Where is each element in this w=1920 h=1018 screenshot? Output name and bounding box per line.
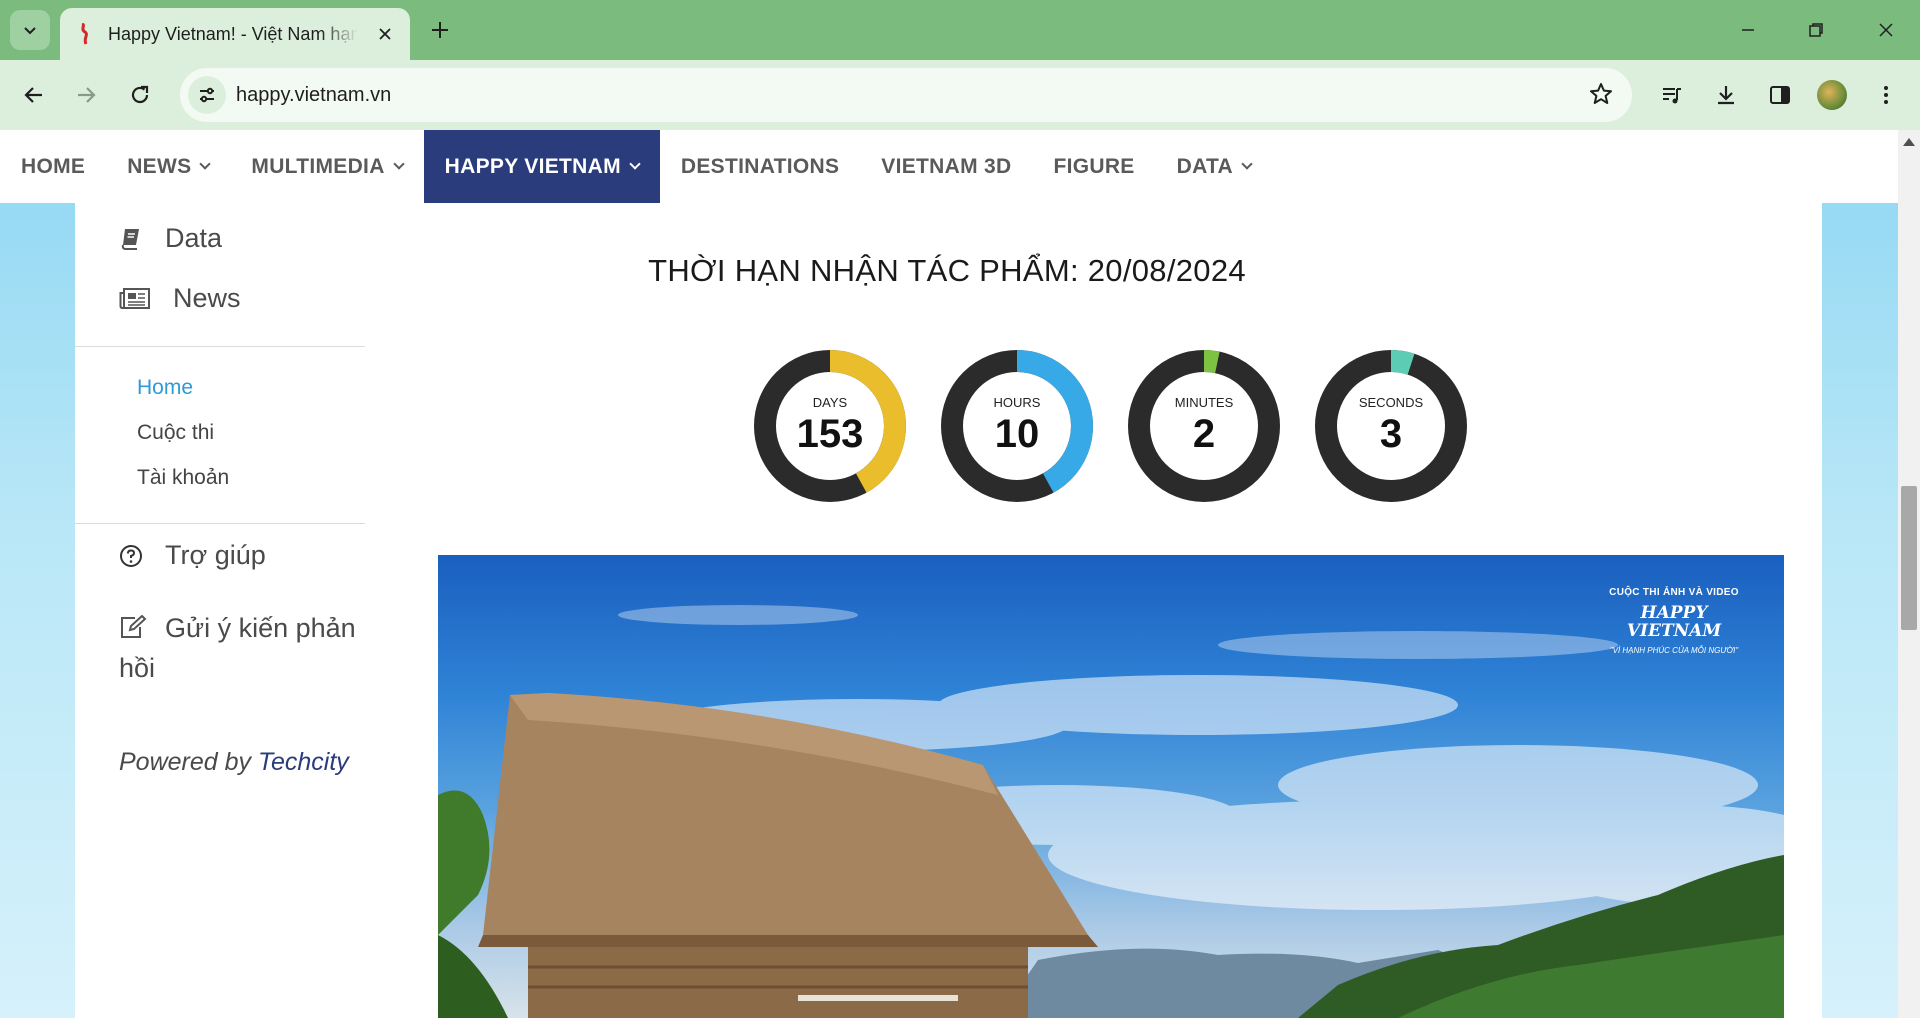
question-circle-icon [119, 544, 143, 568]
arrow-left-icon [24, 87, 42, 103]
countdown-seconds: SECONDS 3 [1313, 348, 1469, 504]
star-icon [1590, 83, 1612, 104]
hours-value: 10 [994, 412, 1040, 456]
sidebar-item-news[interactable]: News [119, 283, 241, 314]
newspaper-icon [119, 287, 151, 311]
nav-item-multimedia[interactable]: MULTIMEDIA [230, 130, 423, 203]
powered-by: Powered by Techcity [119, 748, 349, 776]
tab-title: Happy Vietnam! - Việt Nam hạnh phúc [108, 23, 358, 44]
media-control-button[interactable] [1652, 75, 1692, 115]
plus-icon [432, 22, 448, 38]
page-viewport: HOME NEWS MULTIMEDIA HAPPY VIETNAM DESTI… [0, 130, 1898, 1018]
happy-vietnam-logo: CUỘC THI ẢNH VÀ VIDEO HAPPY VIETNAM "VÌ … [1609, 587, 1739, 655]
chevron-down-icon [1241, 158, 1253, 170]
sidebar-divider [75, 523, 365, 524]
browser-toolbar: happy.vietnam.vn [0, 60, 1920, 130]
countdown-days: DAYS 153 [752, 348, 908, 504]
tune-icon [200, 87, 214, 103]
close-window-button[interactable] [1862, 10, 1910, 50]
arrow-right-icon [78, 87, 96, 103]
nav-item-data[interactable]: DATA [1156, 130, 1272, 203]
chevron-down-icon [24, 27, 36, 35]
reload-button[interactable] [120, 75, 160, 115]
side-panel-button[interactable] [1760, 75, 1800, 115]
scroll-up-arrow[interactable] [1903, 138, 1915, 146]
tab-search-button[interactable] [10, 10, 50, 50]
avatar [1817, 80, 1847, 110]
new-tab-button[interactable] [424, 14, 456, 46]
site-favicon-icon [81, 23, 88, 45]
downloads-button[interactable] [1706, 75, 1746, 115]
scroll-thumb[interactable] [1901, 486, 1917, 630]
sidebar-item-help[interactable]: Trợ giúp [119, 540, 266, 571]
restore-button[interactable] [1792, 10, 1840, 50]
sidebar-item-data[interactable]: Data [119, 223, 222, 254]
restore-icon [1809, 23, 1823, 37]
nav-item-home[interactable]: HOME [21, 130, 106, 203]
main-content: Data News Home Cuộc thi Tài khoản Trợ gi… [75, 203, 1822, 1018]
nav-item-vietnam-3d[interactable]: VIETNAM 3D [860, 130, 1032, 203]
site-navigation: HOME NEWS MULTIMEDIA HAPPY VIETNAM DESTI… [0, 130, 1898, 203]
back-button[interactable] [14, 75, 54, 115]
side-panel-icon [1770, 86, 1790, 104]
tab-close-button[interactable] [374, 23, 396, 45]
url-text[interactable]: happy.vietnam.vn [236, 84, 391, 107]
address-bar[interactable]: happy.vietnam.vn [180, 68, 1632, 122]
minutes-value: 2 [1192, 412, 1216, 456]
edit-icon [121, 614, 147, 638]
download-icon [1718, 86, 1734, 105]
seconds-value: 3 [1379, 412, 1403, 456]
days-value: 153 [796, 412, 864, 456]
close-icon [1879, 23, 1893, 37]
playlist-music-icon [1663, 88, 1681, 104]
browser-tab-bar: Happy Vietnam! - Việt Nam hạnh phúc [0, 0, 1920, 60]
kebab-menu-icon [1884, 86, 1888, 104]
sidebar-divider [75, 346, 365, 347]
profile-button[interactable] [1812, 75, 1852, 115]
chevron-down-icon [199, 158, 212, 170]
chevron-down-icon [629, 158, 641, 170]
sidebar-item-feedback[interactable]: Gửi ý kiến phản hồi [119, 608, 359, 688]
nav-item-news[interactable]: NEWS [106, 130, 230, 203]
sidebar-sub-tai-khoan[interactable]: Tài khoản [137, 466, 229, 490]
nav-item-figure[interactable]: FIGURE [1032, 130, 1155, 203]
nav-item-happy-vietnam[interactable]: HAPPY VIETNAM [423, 130, 660, 203]
countdown-hours: HOURS 10 [939, 348, 1095, 504]
deadline-heading: THỜI HẠN NHẬN TÁC PHẨM: 20/08/2024 [648, 253, 1246, 288]
sidebar-sub-cuoc-thi[interactable]: Cuộc thi [137, 421, 214, 445]
page-scrollbar[interactable] [1898, 130, 1920, 1018]
minimize-button[interactable] [1724, 10, 1772, 50]
techcity-link[interactable]: Techcity [258, 748, 349, 776]
chevron-down-icon [393, 158, 405, 170]
nav-item-destinations[interactable]: DESTINATIONS [660, 130, 860, 203]
minimize-icon [1742, 29, 1754, 31]
browser-tab[interactable]: Happy Vietnam! - Việt Nam hạnh phúc [60, 8, 410, 60]
contest-banner-image[interactable]: CUỘC THI ẢNH VÀ VIDEO HAPPY VIETNAM "VÌ … [438, 555, 1784, 1018]
forward-button[interactable] [66, 75, 106, 115]
sidebar-sub-home[interactable]: Home [137, 376, 193, 400]
stilt-house-photo [438, 605, 1784, 1018]
book-icon [119, 227, 143, 251]
countdown-minutes: MINUTES 2 [1126, 348, 1282, 504]
bookmark-star-button[interactable] [1588, 81, 1614, 112]
site-info-button[interactable] [188, 76, 226, 114]
close-icon [379, 28, 391, 40]
menu-button[interactable] [1866, 75, 1906, 115]
reload-icon [131, 85, 149, 104]
